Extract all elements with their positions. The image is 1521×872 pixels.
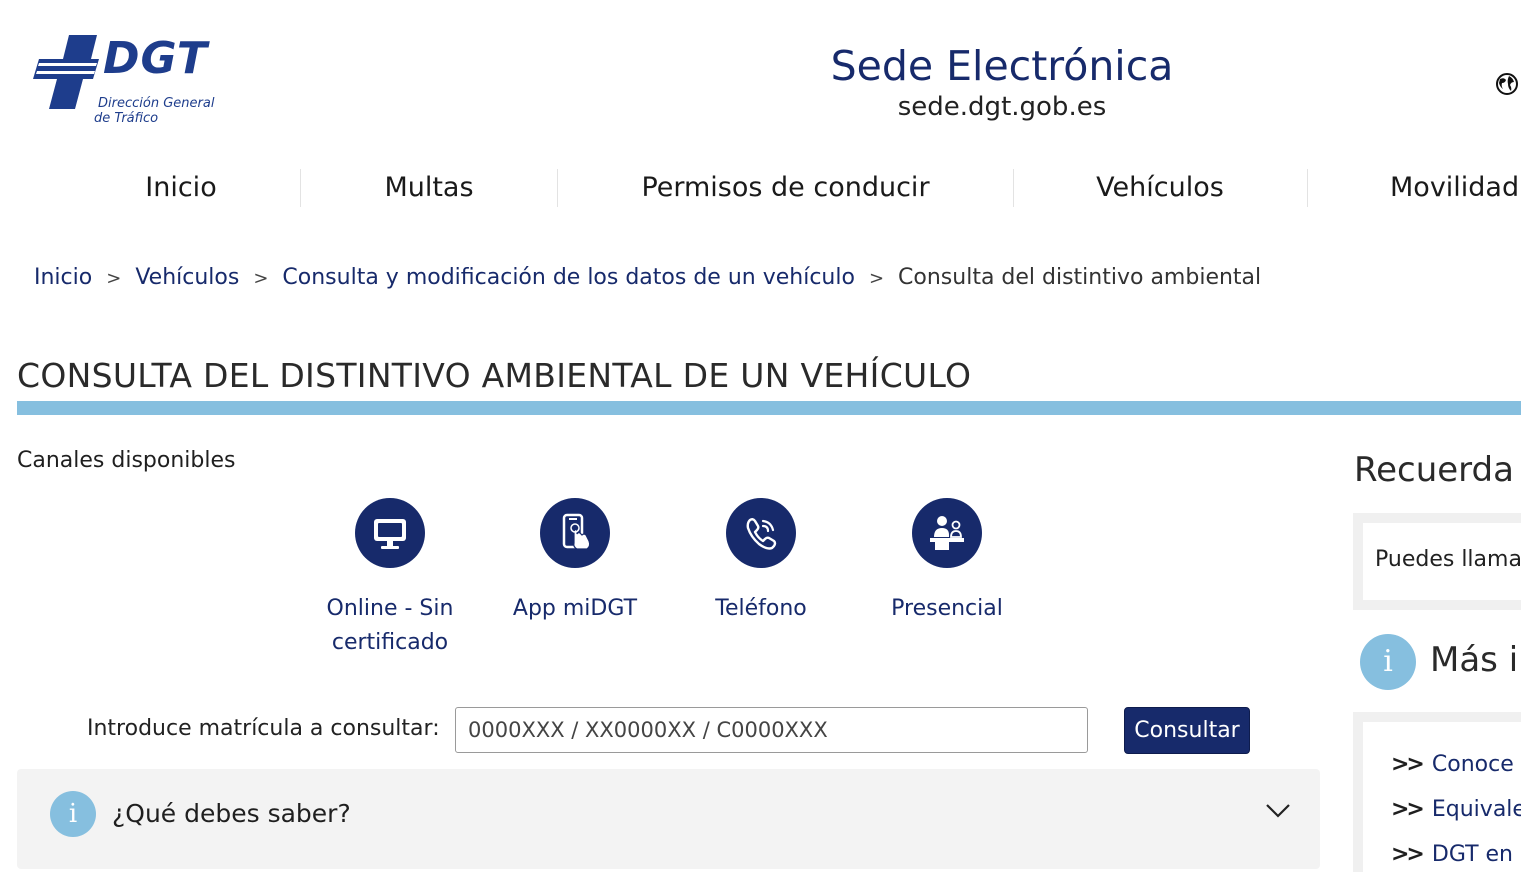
double-chevron-right-icon: >>: [1391, 752, 1425, 777]
channel-presencial-label: Presencial: [891, 596, 1003, 621]
sidebar-link-equivalencias[interactable]: >>Equivalen: [1391, 797, 1521, 822]
logo-subtitle-1: Dirección General: [98, 96, 215, 111]
channel-presencial[interactable]: Presencial: [862, 498, 1032, 626]
dgt-logo[interactable]: DGT Dirección General de Tráfico: [33, 33, 223, 128]
channels-label: Canales disponibles: [17, 448, 236, 473]
sidebar-link-conoce[interactable]: >> Conoce l: [1391, 752, 1521, 777]
breadcrumb-inicio[interactable]: Inicio: [34, 265, 92, 290]
plate-label: Introduce matrícula a consultar:: [87, 716, 440, 741]
channel-telefono-label: Teléfono: [715, 596, 807, 621]
channel-online-line2: certificado: [331, 630, 449, 655]
sidebar-link-dgt[interactable]: >>DGT en C: [1391, 842, 1521, 867]
logo-wordmark: DGT: [103, 33, 208, 84]
breadcrumb-separator: >: [253, 268, 269, 289]
globe-icon[interactable]: [1495, 72, 1519, 96]
nav-separator: [1307, 169, 1308, 207]
nav-item-vehiculos[interactable]: Vehículos: [1080, 165, 1240, 213]
nav-item-permisos[interactable]: Permisos de conducir: [620, 165, 951, 213]
info-icon: i: [50, 791, 96, 837]
consultar-button[interactable]: Consultar: [1124, 707, 1250, 754]
accordion-title: ¿Qué debes saber?: [112, 799, 351, 828]
nav-separator: [300, 169, 301, 207]
que-debes-saber-accordion[interactable]: i ¿Qué debes saber?: [17, 769, 1320, 869]
breadcrumb-consulta-modificacion[interactable]: Consulta y modificación de los datos de …: [282, 265, 855, 290]
nav-item-inicio[interactable]: Inicio: [120, 165, 242, 213]
channel-online[interactable]: Online - Sin certificado: [305, 498, 475, 660]
in-person-desk-icon: [912, 498, 982, 568]
mas-informacion-title: Más i: [1430, 640, 1519, 680]
chevron-down-icon: [1266, 804, 1290, 818]
mas-informacion-box: >>Conoce l >>Equivalen >>DGT en C: [1353, 712, 1521, 872]
double-chevron-right-icon: >>: [1391, 797, 1425, 822]
sidebar-link-label: DGT en C: [1431, 842, 1521, 867]
logo-subtitle-2: de Tráfico: [94, 111, 159, 126]
recuerda-title: Recuerda: [1354, 450, 1514, 490]
breadcrumb-separator: >: [868, 268, 885, 289]
site-title: Sede Electrónica: [830, 42, 1174, 90]
mobile-touch-icon: [540, 498, 610, 568]
sidebar-link-label: Equivalen: [1431, 797, 1521, 822]
channel-app[interactable]: App miDGT: [490, 498, 660, 626]
info-icon: i: [1360, 634, 1416, 690]
phone-icon: [726, 498, 796, 568]
nav-separator: [557, 169, 558, 207]
breadcrumb-vehiculos[interactable]: Vehículos: [135, 265, 239, 290]
monitor-icon: [355, 498, 425, 568]
nav-item-movilidad[interactable]: Movilidad: [1390, 165, 1519, 213]
site-url: sede.dgt.gob.es: [897, 92, 1107, 122]
page-title: CONSULTA DEL DISTINTIVO AMBIENTAL DE UN …: [17, 356, 972, 395]
mas-informacion-card: >>Conoce l >>Equivalen >>DGT en C: [1363, 722, 1521, 872]
breadcrumb-current: Consulta del distintivo ambiental: [898, 265, 1262, 290]
channel-online-label: Online - Sin certificado: [305, 592, 475, 660]
channel-telefono[interactable]: Teléfono: [676, 498, 846, 626]
nav-item-multas[interactable]: Multas: [360, 165, 498, 213]
recuerda-card: Puedes llamar: [1363, 523, 1521, 600]
channel-online-line1: Online - Sin: [326, 596, 454, 621]
plate-input[interactable]: [455, 707, 1088, 753]
double-chevron-right-icon: >>: [1391, 842, 1425, 867]
dgt-logo-mark: [33, 35, 99, 109]
sidebar-link-label: Conoce l: [1431, 752, 1521, 777]
title-underline: [17, 401, 1521, 415]
channel-app-label: App miDGT: [512, 596, 638, 621]
recuerda-text: Puedes llamar: [1375, 547, 1521, 572]
recuerda-box: Puedes llamar: [1353, 513, 1521, 610]
breadcrumb: Inicio > Vehículos > Consulta y modificación…: [34, 262, 1261, 294]
main-nav: Inicio Multas Permisos de conducir Vehíc…: [0, 165, 1521, 213]
breadcrumb-separator: >: [106, 268, 122, 289]
nav-separator: [1013, 169, 1014, 207]
